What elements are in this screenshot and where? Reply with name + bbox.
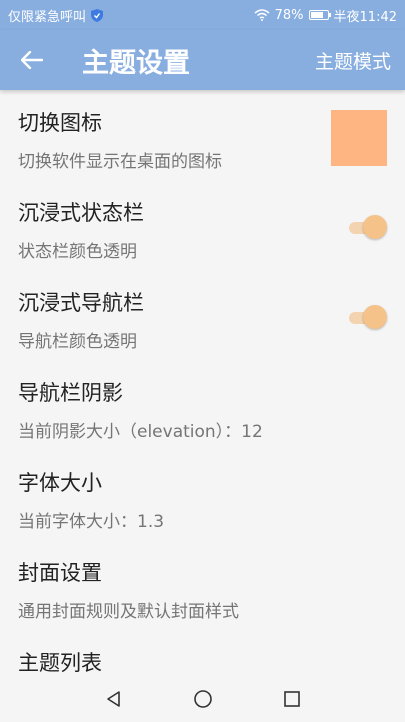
setting-title: 字体大小 (18, 471, 102, 495)
setting-title: 导航栏阴影 (18, 381, 123, 405)
setting-subtitle: 当前字体大小：1.3 (18, 512, 165, 532)
status-left: 仅限紧急呼叫 (8, 6, 104, 25)
setting-title: 沉浸式状态栏 (18, 201, 144, 225)
setting-title: 切换图标 (18, 111, 102, 135)
arrow-left-icon (21, 51, 43, 69)
back-triangle-icon[interactable] (105, 690, 123, 708)
setting-subtitle: 导航栏颜色透明 (18, 332, 137, 352)
status-right: 78% 半夜11:42 (254, 6, 397, 25)
setting-cover[interactable]: 封面设置 通用封面规则及默认封面样式 (0, 542, 405, 632)
wifi-icon (254, 9, 270, 21)
setting-subtitle: 当前阴影大小（elevation）：12 (18, 422, 263, 442)
shield-icon (91, 8, 104, 22)
setting-subtitle: 通用封面规则及默认封面样式 (18, 602, 239, 622)
icon-color-swatch[interactable] (331, 110, 387, 166)
settings-list: 切换图标 切换软件显示在桌面的图标 沉浸式状态栏 状态栏颜色透明 沉浸式导航栏 … (0, 92, 405, 722)
app-bar: 主题设置 主题模式 (0, 30, 405, 90)
setting-immersive-nav-bar[interactable]: 沉浸式导航栏 导航栏颜色透明 (0, 272, 405, 362)
page-title: 主题设置 (82, 47, 190, 79)
setting-font-size[interactable]: 字体大小 当前字体大小：1.3 (0, 452, 405, 542)
setting-title: 封面设置 (18, 561, 102, 585)
home-circle-icon[interactable] (193, 689, 213, 709)
recents-square-icon[interactable] (283, 690, 301, 708)
setting-subtitle: 状态栏颜色透明 (18, 242, 137, 262)
status-time: 半夜11:42 (333, 9, 397, 25)
nav-bar-toggle[interactable] (349, 305, 387, 329)
battery-fill (310, 12, 323, 18)
system-nav-bar (0, 678, 405, 720)
setting-nav-bar-shadow[interactable]: 导航栏阴影 当前阴影大小（elevation）：12 (0, 362, 405, 452)
setting-title: 沉浸式导航栏 (18, 291, 144, 315)
battery-percent: 78% (274, 7, 304, 23)
setting-switch-icon[interactable]: 切换图标 切换软件显示在桌面的图标 (0, 92, 405, 182)
status-bar: 仅限紧急呼叫 78% 半夜11:42 (0, 0, 405, 30)
setting-title: 主题列表 (18, 651, 102, 675)
theme-mode-button[interactable]: 主题模式 (315, 47, 391, 74)
toggle-knob (363, 305, 387, 329)
battery-icon (308, 10, 331, 20)
toggle-knob (363, 215, 387, 239)
setting-subtitle: 切换软件显示在桌面的图标 (18, 152, 222, 172)
back-button[interactable] (0, 30, 64, 90)
status-bar-toggle[interactable] (349, 215, 387, 239)
carrier-text: 仅限紧急呼叫 (8, 9, 87, 25)
setting-immersive-status-bar[interactable]: 沉浸式状态栏 状态栏颜色透明 (0, 182, 405, 272)
